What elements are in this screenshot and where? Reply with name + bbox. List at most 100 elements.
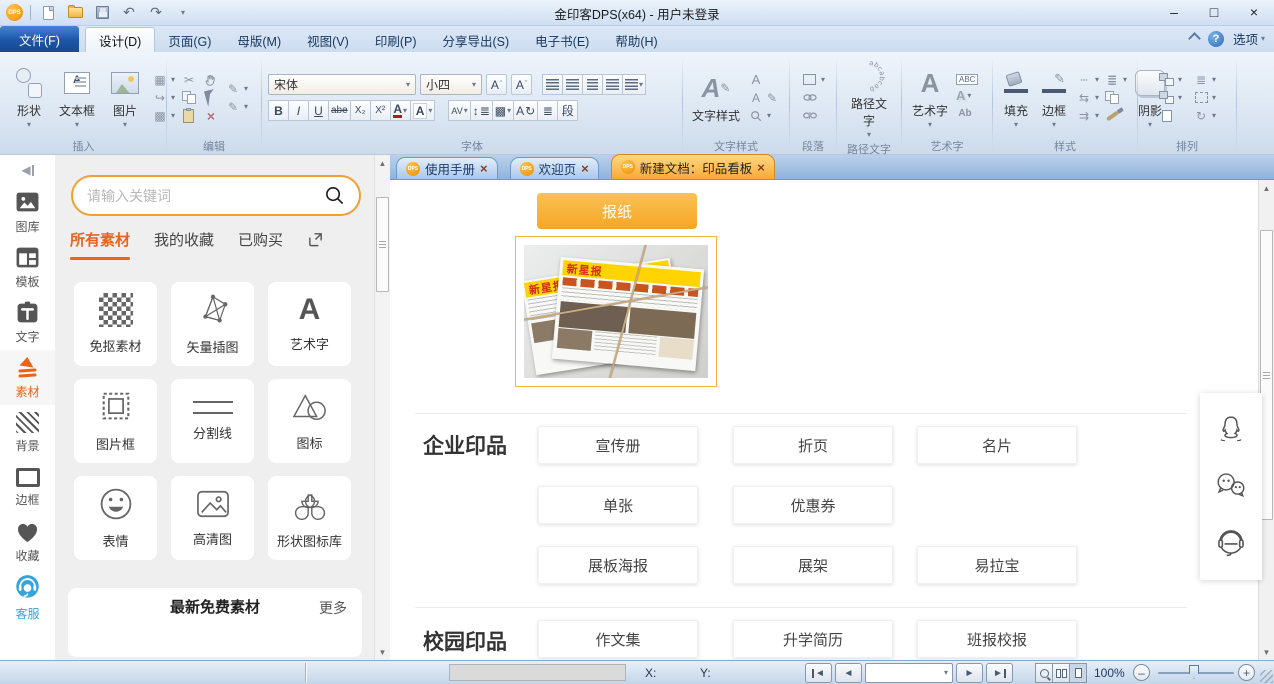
- copy-style-button[interactable]: [1103, 90, 1127, 105]
- justify-button[interactable]: [602, 74, 623, 95]
- align-right-button[interactable]: [582, 74, 603, 95]
- first-page-button[interactable]: ◄: [805, 663, 832, 683]
- category-button-business-card[interactable]: 名片: [917, 426, 1077, 464]
- open-button[interactable]: [65, 4, 85, 22]
- two-page-view-button[interactable]: [1052, 663, 1070, 683]
- paste-button[interactable]: [180, 108, 198, 123]
- zoom-100-button[interactable]: [1035, 663, 1053, 683]
- tab-print[interactable]: 印刷(P): [362, 28, 430, 52]
- style-search-button[interactable]: ▾: [747, 108, 777, 123]
- bring-forward-button[interactable]: ▾: [1158, 72, 1182, 87]
- tab-ebook[interactable]: 电子书(E): [522, 28, 602, 52]
- strikethrough-button[interactable]: abe: [328, 100, 351, 121]
- sidebar-item-material[interactable]: 素材: [0, 350, 55, 405]
- italic-button[interactable]: I: [288, 100, 309, 121]
- link-button[interactable]: [801, 90, 825, 105]
- insert-textbox-button[interactable]: A 文本框 ▾: [55, 64, 99, 131]
- customize-toolbar-button[interactable]: ▾: [173, 4, 193, 22]
- scroll-down-button[interactable]: ▼: [1259, 644, 1274, 660]
- category-button-poster[interactable]: 展板海报: [538, 546, 698, 584]
- material-card-divider-line[interactable]: 分割线: [171, 379, 254, 463]
- next-page-button[interactable]: ►: [956, 663, 983, 683]
- char-style-button[interactable]: A: [747, 72, 777, 87]
- font-family-select[interactable]: 宋体▾: [268, 74, 416, 95]
- line-spacing-button[interactable]: ↕≣: [470, 100, 493, 121]
- newspaper-template-card[interactable]: 新星报 新星报: [515, 236, 717, 387]
- last-page-button[interactable]: ►: [986, 663, 1013, 683]
- zoom-in-button[interactable]: +: [1238, 664, 1255, 681]
- tab-my-favorites[interactable]: 我的收藏: [154, 229, 214, 250]
- char-spacing-button[interactable]: AV▾: [448, 100, 470, 121]
- material-card-cutout[interactable]: 免抠素材: [74, 282, 157, 366]
- category-button-folded-leaflet[interactable]: 折页: [733, 426, 893, 464]
- material-card-icon[interactable]: 图标: [268, 379, 351, 463]
- category-button-essay-collection[interactable]: 作文集: [538, 620, 698, 658]
- font-color-button[interactable]: A▾: [390, 100, 411, 121]
- unlink-button[interactable]: [801, 108, 825, 123]
- material-card-shape-library[interactable]: 形状图标库: [268, 476, 351, 560]
- tab-file[interactable]: 文件(F): [0, 26, 79, 52]
- columns-button[interactable]: ▩▾: [492, 100, 514, 121]
- tab-view[interactable]: 视图(V): [294, 28, 362, 52]
- material-card-emoji[interactable]: 表情: [74, 476, 157, 560]
- tab-purchased[interactable]: 已购买: [238, 229, 283, 250]
- scroll-up-button[interactable]: ▲: [375, 155, 390, 171]
- path-text-button[interactable]: abcabcab 路径文字 ▾: [843, 57, 895, 141]
- style-pen-button[interactable]: A✎: [747, 90, 777, 105]
- close-tab-button[interactable]: ×: [581, 162, 589, 175]
- text-wrap-button[interactable]: ▾: [801, 72, 825, 87]
- send-backward-button[interactable]: ▾: [1158, 90, 1182, 105]
- tab-help[interactable]: 帮助(H): [602, 28, 670, 52]
- node-edit-button[interactable]: ✎▾: [224, 99, 248, 114]
- material-card-vector[interactable]: 矢量插图: [171, 282, 254, 366]
- resize-grip-icon[interactable]: [1260, 670, 1273, 683]
- category-button-display-stand[interactable]: 展架: [733, 546, 893, 584]
- paragraph-settings-button[interactable]: 段: [557, 100, 578, 121]
- customer-service-contact-button[interactable]: [1214, 525, 1248, 559]
- text-style-button[interactable]: A✎ 文字样式: [689, 69, 743, 126]
- maximize-button[interactable]: □: [1194, 0, 1234, 24]
- duplicate-page-button[interactable]: [1158, 108, 1182, 123]
- save-button[interactable]: [92, 4, 112, 22]
- zoom-out-button[interactable]: –: [1133, 664, 1150, 681]
- category-button-brochure[interactable]: 宣传册: [538, 426, 698, 464]
- insert-picture-button[interactable]: 图片 ▾: [103, 64, 147, 131]
- options-button[interactable]: 选项▾: [1233, 29, 1265, 48]
- close-button[interactable]: ×: [1234, 0, 1274, 24]
- fill-button[interactable]: 填充 ▾: [999, 64, 1033, 131]
- word-art-spacing-button[interactable]: Ab: [956, 106, 978, 121]
- help-button[interactable]: ?: [1208, 31, 1224, 47]
- category-button-class-newspaper[interactable]: 班报校报: [917, 620, 1077, 658]
- newspaper-category-button[interactable]: 报纸: [537, 193, 697, 229]
- group-button[interactable]: ▾: [1192, 90, 1216, 105]
- collapse-panel-button[interactable]: ◀: [0, 155, 55, 185]
- previous-page-button[interactable]: ◄: [835, 663, 862, 683]
- undo-button[interactable]: ↶: [119, 4, 139, 22]
- font-size-select[interactable]: 小四▾: [420, 74, 482, 95]
- sidebar-item-customer-service[interactable]: 客服: [0, 570, 55, 625]
- subscript-button[interactable]: X₂: [350, 100, 371, 121]
- zoom-slider-thumb[interactable]: [1189, 665, 1199, 679]
- border-button[interactable]: ✎ 边框 ▾: [1037, 64, 1071, 131]
- qq-contact-button[interactable]: [1216, 414, 1246, 446]
- expand-panel-button[interactable]: [307, 231, 324, 248]
- highlight-color-button[interactable]: A▾: [410, 100, 436, 121]
- underline-button[interactable]: U: [308, 100, 329, 121]
- category-button-flyer[interactable]: 单张: [538, 486, 698, 524]
- material-card-word-art[interactable]: A 艺术字: [268, 282, 351, 366]
- align-left-button[interactable]: [542, 74, 563, 95]
- line-style-button[interactable]: ┄▾: [1075, 72, 1099, 87]
- sidebar-item-favorites[interactable]: 收藏: [0, 515, 55, 570]
- close-tab-button[interactable]: ×: [480, 162, 488, 175]
- tab-all-materials[interactable]: 所有素材: [70, 229, 130, 250]
- copy-button[interactable]: [180, 90, 198, 105]
- doc-tab-welcome[interactable]: DPS 欢迎页 ×: [510, 157, 599, 179]
- arrow-style-button[interactable]: ⇆▾: [1075, 90, 1099, 105]
- wechat-contact-button[interactable]: [1214, 471, 1248, 499]
- align-objects-button[interactable]: ≣▾: [1192, 72, 1216, 87]
- material-card-picture-frame[interactable]: 图片框: [74, 379, 157, 463]
- word-art-frame-button[interactable]: ABC: [956, 74, 978, 85]
- search-icon[interactable]: [324, 185, 345, 206]
- sidebar-item-gallery[interactable]: 图库: [0, 185, 55, 240]
- word-art-shadow-button[interactable]: A▾: [956, 88, 978, 103]
